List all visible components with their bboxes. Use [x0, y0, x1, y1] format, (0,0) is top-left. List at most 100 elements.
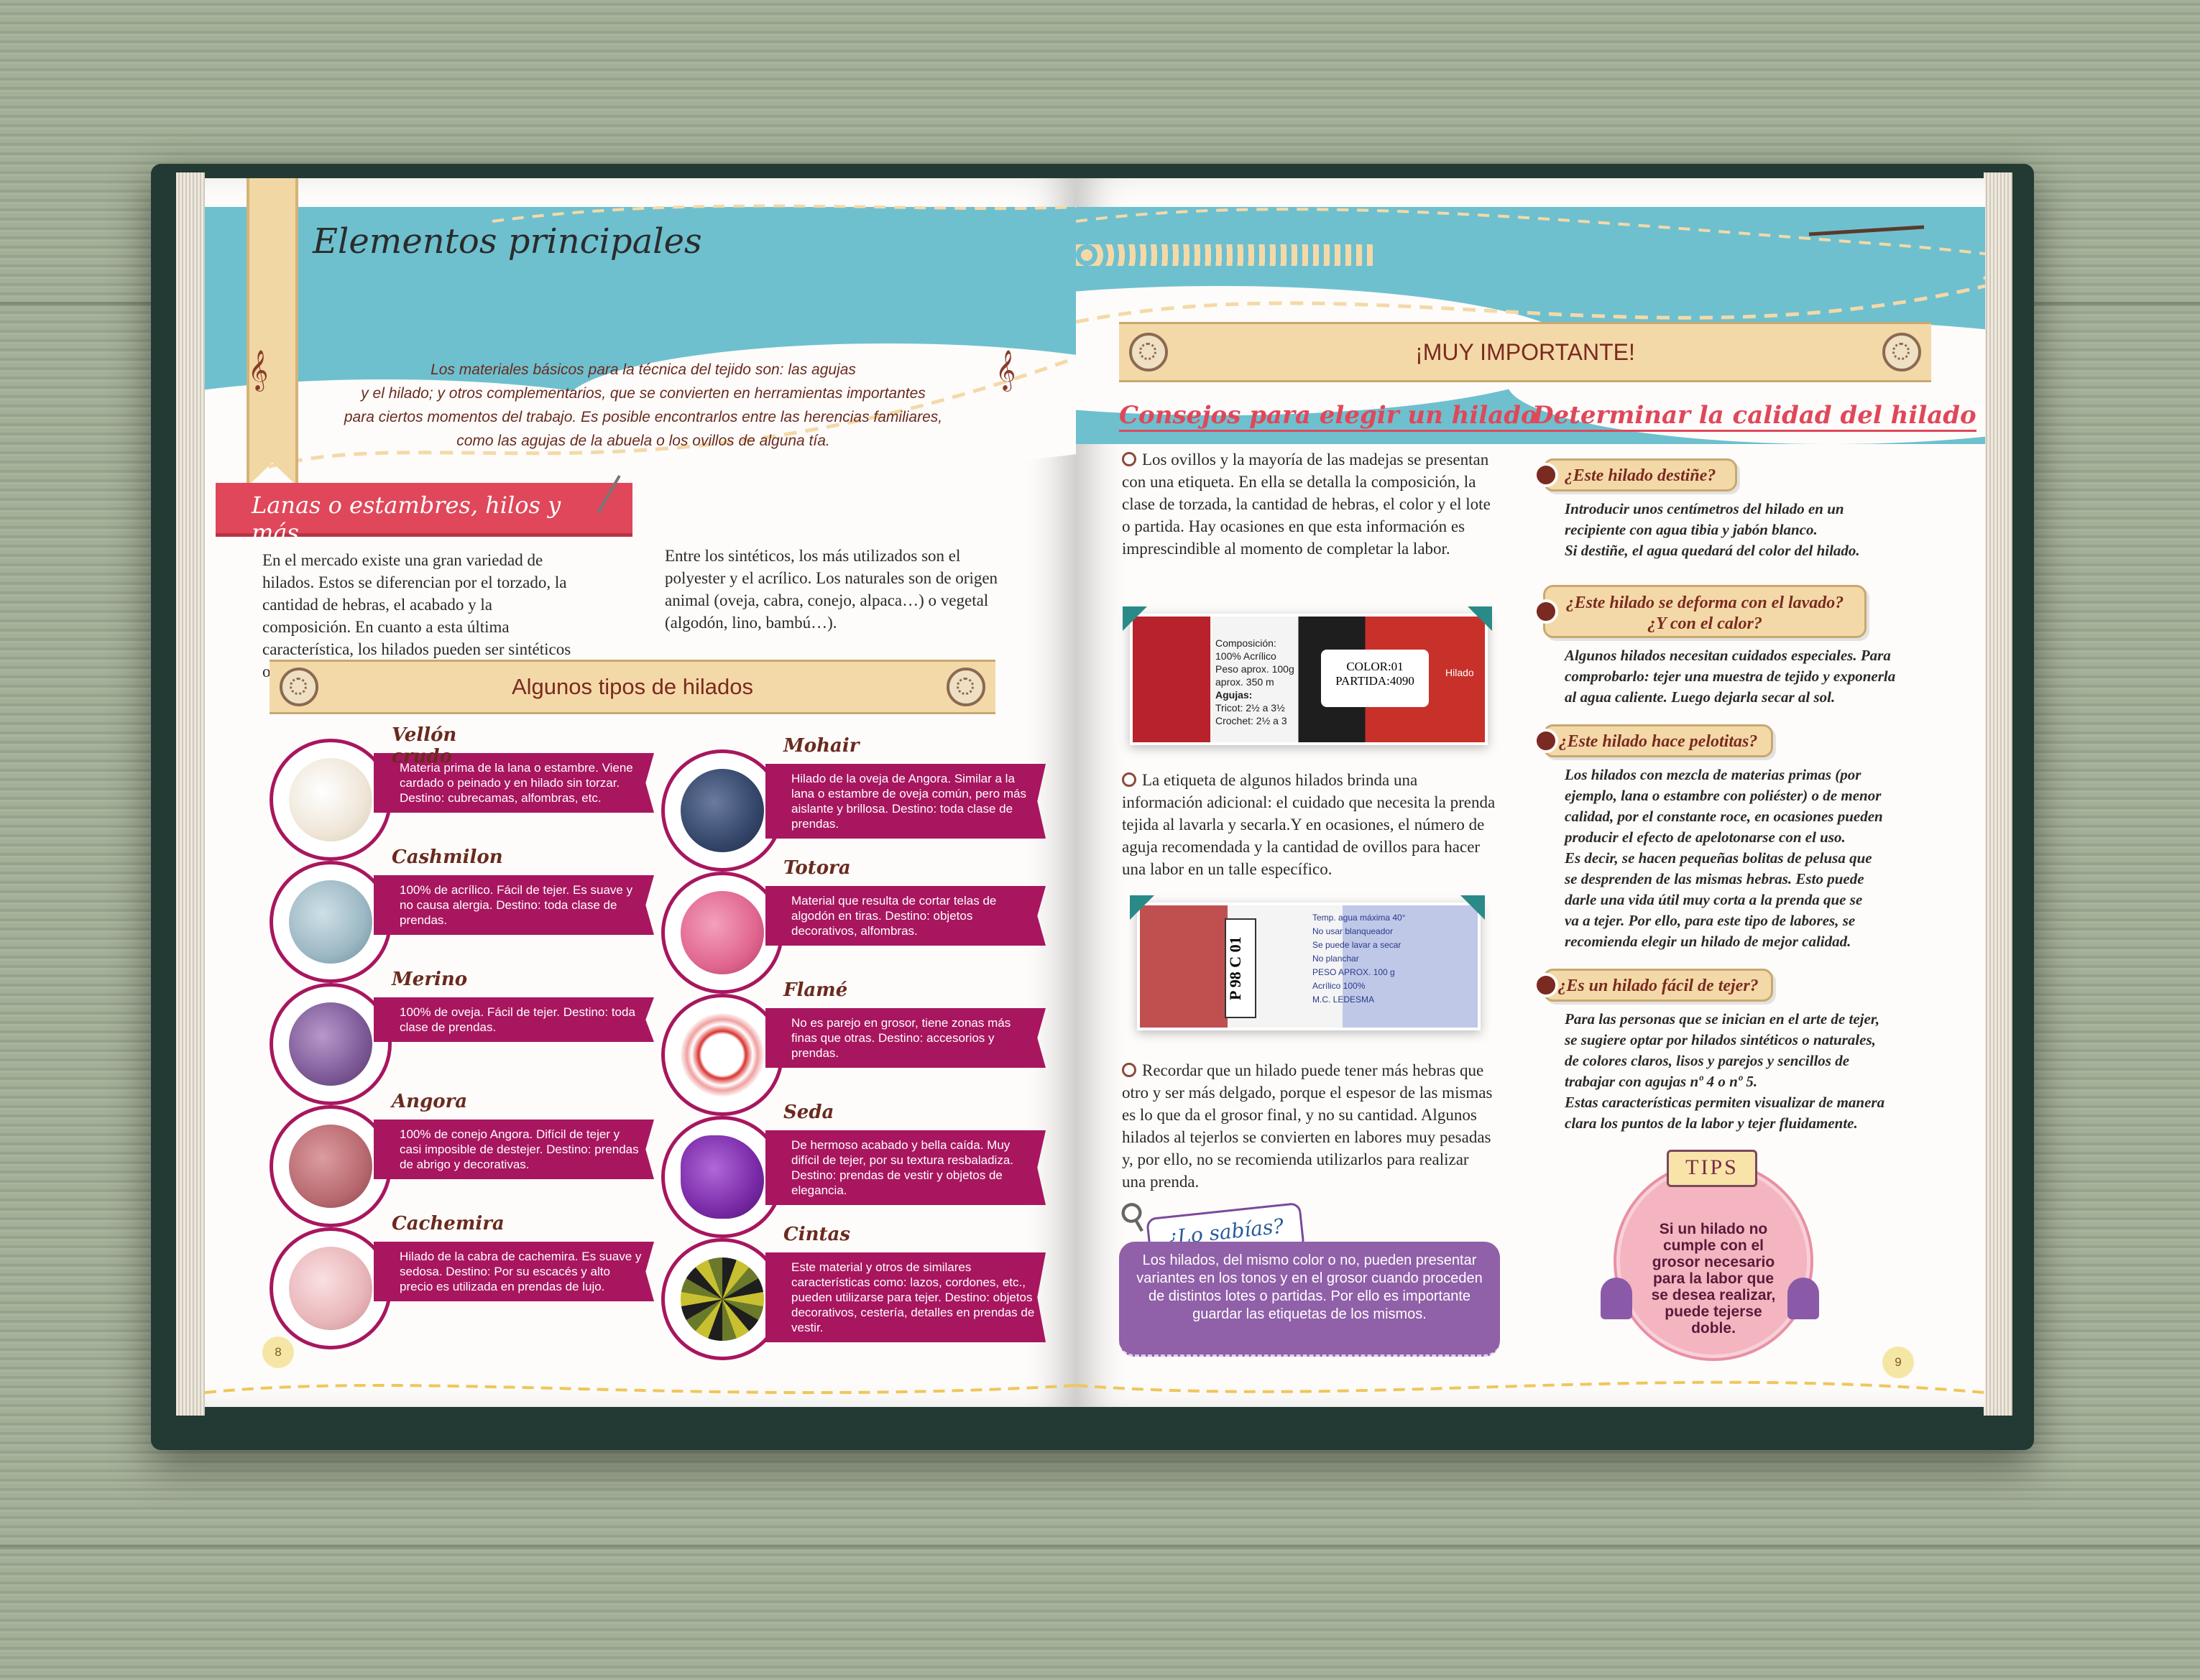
- yarn-photo: [270, 1227, 392, 1349]
- bottom-stitch: [1076, 1380, 1985, 1394]
- yarn-desc: 100% de oveja. Fácil de tejer. Destino: …: [374, 997, 654, 1042]
- answer-line: recomienda elegir un hilado de mejor cal…: [1565, 933, 1851, 950]
- yarn-name: Seda: [783, 1102, 834, 1123]
- answer-line: comprobarlo: tejer una muestra de tejido…: [1565, 668, 1896, 685]
- answer-line: ejemplo, lana o estambre con poliéster) …: [1565, 787, 1882, 804]
- page-edges: [1984, 172, 2012, 1416]
- answer-line: al agua caliente. Luego dejarla secar al…: [1565, 688, 1836, 706]
- tipos-bar: Algunos tipos de hilados: [270, 660, 995, 714]
- answer-line: se sugiere optar por hilados sintéticos …: [1565, 1031, 1876, 1048]
- yarn-ball-icon: [681, 1257, 764, 1341]
- yarn-ball-icon: [681, 891, 764, 974]
- label-line: No usar blanqueador: [1312, 926, 1394, 936]
- yarn-name: Merino: [392, 969, 468, 990]
- answer-line: Para las personas que se inician en el a…: [1565, 1010, 1880, 1028]
- consejos-title: Consejos para elegir un hilado: [1119, 401, 1537, 432]
- yarn-label-photo: P 98 C 01 Temp. agua máxima 40° No usar …: [1137, 903, 1481, 1030]
- yarn-name: Angora: [392, 1091, 468, 1112]
- tips-line: Si un hilado no: [1659, 1221, 1768, 1237]
- yarn-desc: 100% de acrílico. Fácil de tejer. Es sua…: [374, 875, 654, 935]
- label-line: Agujas:: [1215, 689, 1253, 701]
- bottom-stitch: [205, 1384, 1076, 1394]
- yarn-name: Totora: [783, 857, 851, 879]
- button-icon: [1129, 333, 1168, 371]
- answer-line: calidad, por el constante roce, en ocasi…: [1565, 808, 1883, 825]
- tips-label: TIPS: [1667, 1150, 1757, 1187]
- label-line: Composición:: [1215, 637, 1276, 649]
- label-line: 100% Acrílico: [1215, 650, 1276, 662]
- yarn-desc: Material que resulta de cortar telas de …: [765, 886, 1046, 946]
- yarn-name: Flamé: [783, 979, 848, 1001]
- button-icon: [280, 668, 318, 706]
- label-line: Se puede lavar a secar: [1312, 940, 1402, 950]
- sabias-box: Los hilados, del mismo color o no, puede…: [1119, 1242, 1500, 1357]
- yarn-name: Cachemira: [392, 1213, 505, 1234]
- button-icon: [1882, 333, 1921, 371]
- yarn-photo: [661, 1116, 783, 1238]
- yarn-desc: Hilado de la cabra de cachemira. Es suav…: [374, 1242, 654, 1301]
- important-bar: ¡MUY IMPORTANTE!: [1119, 322, 1931, 382]
- label-care: Temp. agua máxima 40° No usar blanqueado…: [1312, 911, 1406, 1007]
- label-brand: Hilado: [1445, 667, 1474, 678]
- answer-text: Para las personas que se inician en el a…: [1565, 1009, 1884, 1134]
- tips-line: cumple con el: [1662, 1237, 1764, 1254]
- label-color: COLOR:01: [1346, 660, 1404, 673]
- tips-line: puede tejerse: [1665, 1303, 1762, 1320]
- answer-line: va a tejer. Por ello, para este tipo de …: [1565, 912, 1856, 929]
- yarn-photo: [661, 872, 783, 994]
- yarn-desc: No es parejo en grosor, tiene zonas más …: [765, 1008, 1046, 1068]
- thimble-icon: [1601, 1278, 1632, 1319]
- consejos-p3-text: Recordar que un hilado puede tener más h…: [1122, 1061, 1493, 1191]
- answer-line: Introducir unos centímetros del hilado e…: [1565, 500, 1844, 517]
- yarn-ball-icon: [681, 1013, 764, 1097]
- yarn-label-photo: Composición: 100% Acrílico Peso aprox. 1…: [1130, 614, 1488, 745]
- yarn-ball-icon: [289, 1002, 372, 1086]
- intro-line: Los materiales básicos para la técnica d…: [431, 361, 856, 378]
- tips-line: grosor necesario: [1652, 1254, 1775, 1270]
- label-line: No planchar: [1312, 954, 1359, 964]
- tips-line: para la labor que: [1652, 1270, 1775, 1287]
- consejos-p3: Recordar que un hilado puede tener más h…: [1122, 1059, 1496, 1193]
- lanas-banner: Lanas o estambres, hilos y más...: [216, 483, 632, 546]
- question-bubble: ¿Este hilado se deforma con el lavado? ¿…: [1543, 585, 1867, 638]
- intro-text: Los materiales básicos para la técnica d…: [291, 358, 995, 453]
- spiral-bullet-icon: [1122, 1063, 1136, 1077]
- answer-line: Algunos hilados necesitan cuidados espec…: [1565, 647, 1891, 664]
- important-title: ¡MUY IMPORTANTE!: [1415, 338, 1635, 365]
- answer-line: Si destiñe, el agua quedará del color de…: [1565, 542, 1860, 559]
- color-sticker: COLOR:01 PARTIDA:4090: [1321, 650, 1429, 707]
- tips-text: Si un hilado no cumple con el grosor nec…: [1620, 1221, 1807, 1337]
- answer-line: producir el efecto de apelotonarse con e…: [1565, 829, 1846, 846]
- flourish-icon: 𝄞: [248, 351, 269, 389]
- answer-line: Los hilados con mezcla de materias prima…: [1565, 766, 1861, 783]
- yarn-desc: Este material y otros de similares carac…: [765, 1252, 1046, 1342]
- yarn-photo: [270, 861, 392, 983]
- yarn-photo: [270, 739, 392, 861]
- yarn-desc: De hermoso acabado y bella caída. Muy di…: [765, 1130, 1046, 1205]
- page-number: 9: [1882, 1347, 1914, 1378]
- label-partida: PARTIDA:4090: [1335, 674, 1414, 688]
- consejos-p2-text: La etiqueta de algunos hilados brinda un…: [1122, 771, 1496, 878]
- thimble-icon: [1787, 1278, 1819, 1319]
- lanas-title: Lanas o estambres, hilos y más...: [252, 491, 561, 546]
- yarn-photo: [661, 994, 783, 1116]
- yarn-name: Mohair: [783, 735, 860, 757]
- yarn-ball-icon: [289, 1125, 372, 1208]
- yarn-name: Cashmilon: [392, 846, 503, 868]
- question-bubble: ¿Este hilado destiñe?: [1543, 458, 1737, 491]
- question-bubble: ¿Este hilado hace pelotitas?: [1543, 724, 1773, 757]
- answer-text: Introducir unos centímetros del hilado e…: [1565, 499, 1860, 561]
- intro-line: como las agujas de la abuela o los ovill…: [456, 433, 830, 449]
- yarn-photo: [270, 1105, 392, 1227]
- page-number: 8: [262, 1337, 294, 1368]
- intro-line: para ciertos momentos del trabajo. Es po…: [344, 409, 943, 425]
- tips-line: doble.: [1691, 1320, 1736, 1337]
- yarn-photo: [661, 749, 783, 872]
- question-line: ¿Y con el calor?: [1647, 614, 1762, 633]
- intro-line: y el hilado; y otros complementarios, qu…: [361, 385, 926, 402]
- page-edges: [176, 172, 205, 1416]
- answer-line: se desprenden de las mismas hebras. Esto…: [1565, 870, 1864, 887]
- plank-line: [0, 1545, 2200, 1549]
- label-line: Peso aprox. 100g: [1215, 663, 1294, 675]
- consejos-p2: La etiqueta de algunos hilados brinda un…: [1122, 769, 1496, 880]
